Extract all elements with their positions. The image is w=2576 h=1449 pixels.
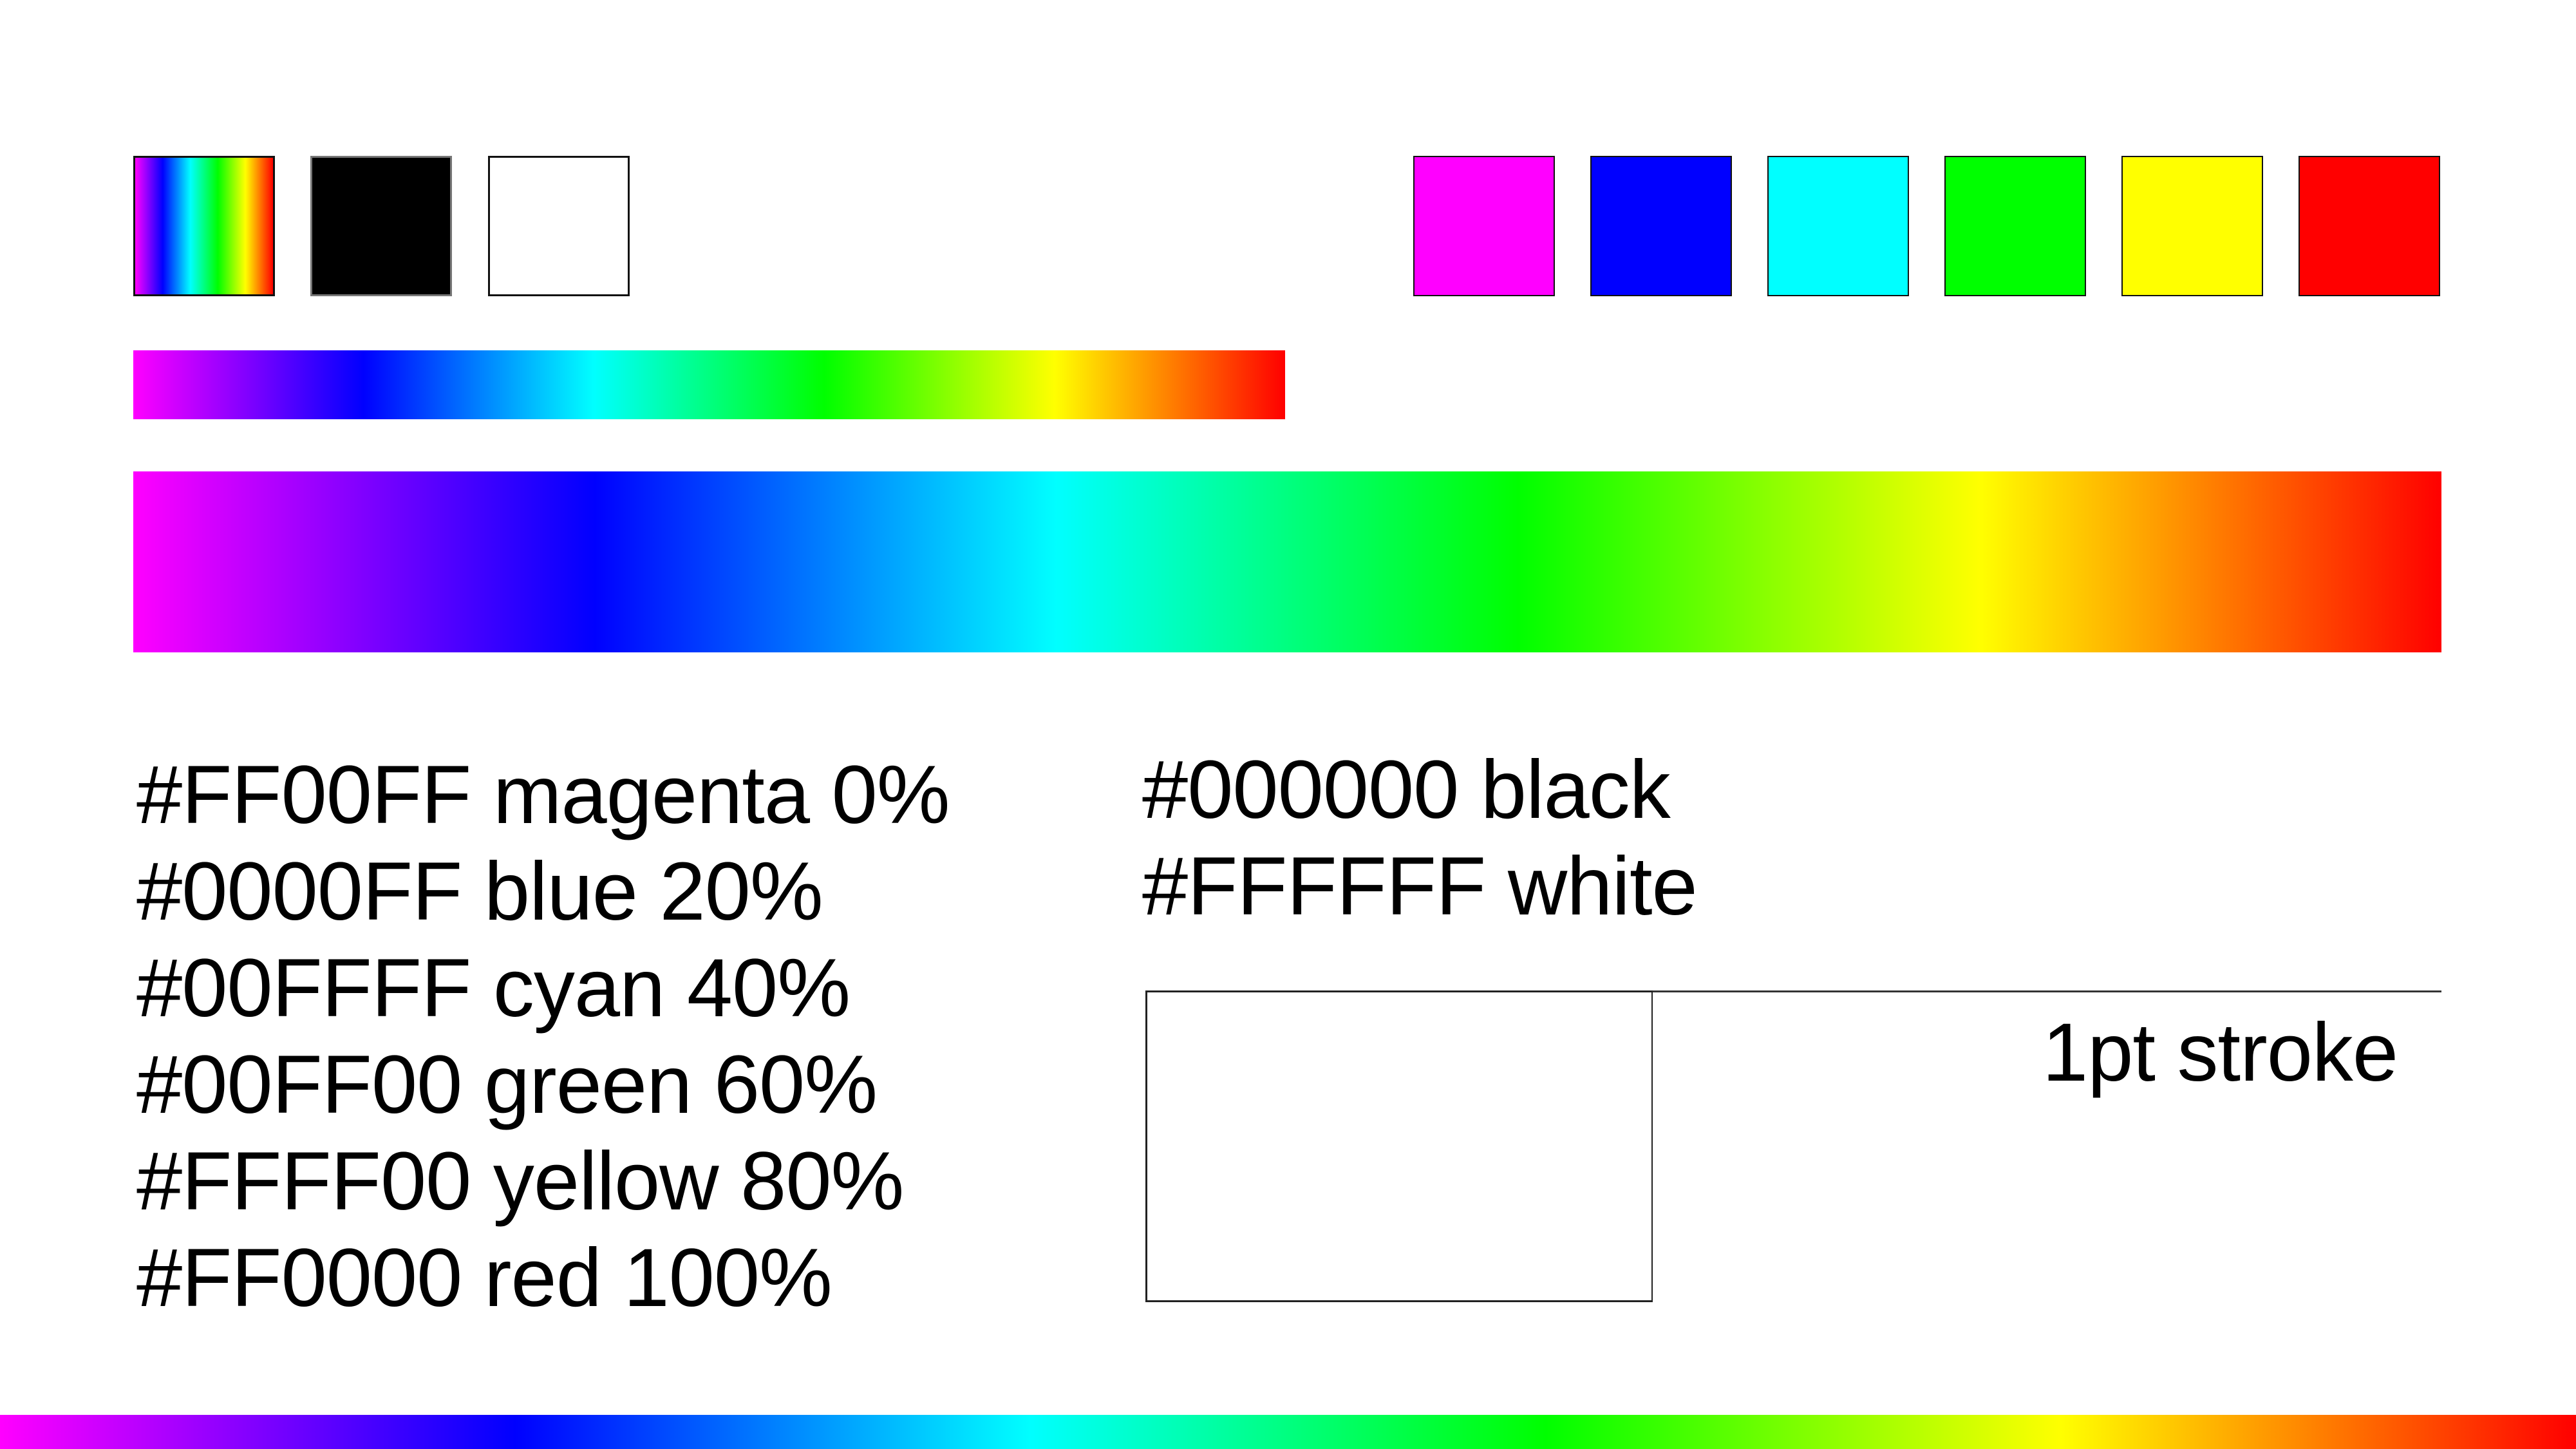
- color-swatch: [2121, 156, 2263, 296]
- color-swatch: [1944, 156, 2086, 296]
- color-swatch: [1767, 156, 1909, 296]
- color-label-yellow: #FFFF00 yellow 80%: [136, 1135, 904, 1227]
- white-swatch: [488, 156, 630, 296]
- stroke-sample-box: [1145, 990, 1653, 1302]
- color-label-red: #FF0000 red 100%: [136, 1232, 832, 1324]
- stroke-label: 1pt stroke: [2042, 1007, 2398, 1099]
- color-label-magenta: #FF00FF magenta 0%: [136, 749, 950, 841]
- color-label-white: #FFFFFF white: [1142, 840, 1698, 933]
- color-swatch: [2299, 156, 2440, 296]
- bottom-gradient-strip: [0, 1415, 2576, 1449]
- color-swatch: [1413, 156, 1555, 296]
- color-label-green: #00FF00 green 60%: [136, 1039, 878, 1131]
- color-label-cyan: #00FFFF cyan 40%: [136, 942, 851, 1034]
- large-gradient-bar: [133, 471, 2441, 652]
- spectrum-swatch: [133, 156, 275, 296]
- black-swatch: [310, 156, 452, 296]
- color-swatch: [1590, 156, 1732, 296]
- stroke-sample-line: [1653, 990, 2441, 992]
- small-gradient-bar: [133, 350, 1285, 419]
- color-label-blue: #0000FF blue 20%: [136, 846, 823, 938]
- color-label-black: #000000 black: [1142, 744, 1671, 836]
